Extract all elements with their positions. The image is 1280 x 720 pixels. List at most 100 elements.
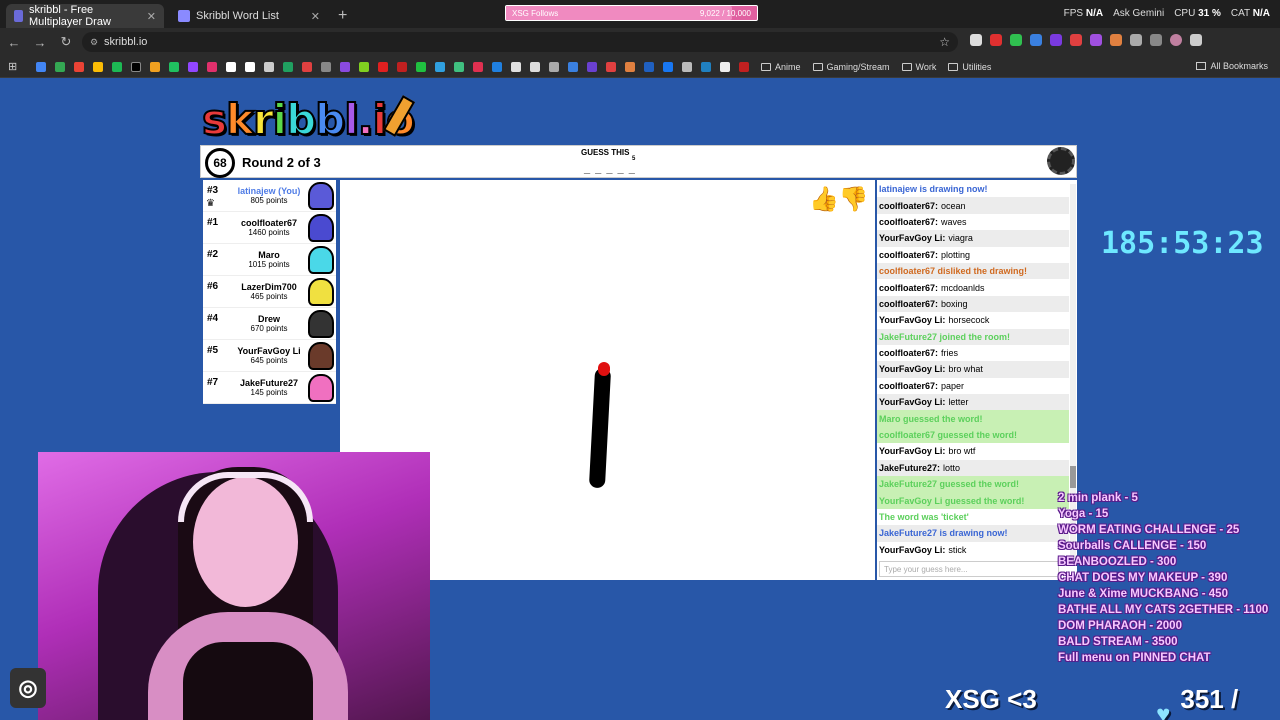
extension-icon[interactable] [1110,34,1122,46]
player-row[interactable]: #2 Maro 1015 points [203,244,336,276]
chat-message: JakeFuture27 is drawing now! [877,525,1069,542]
player-row[interactable]: #7 JakeFuture27 145 points [203,372,336,404]
bookmark-icon[interactable] [625,61,635,72]
player-row[interactable]: #6 LazerDim700 465 points [203,276,336,308]
bookmark-icon[interactable] [720,61,730,72]
bookmark-star-icon[interactable]: ☆ [939,35,950,49]
site-info-icon[interactable]: ⚙ [90,37,98,48]
chat-username: coolfloater67: [879,200,939,211]
back-icon[interactable]: ← [2,35,26,50]
extensions-puzzle-icon[interactable] [1130,34,1142,46]
close-icon[interactable]: ✕ [147,10,156,23]
bookmark-icon[interactable] [606,61,616,72]
player-row[interactable]: #1 coolfloater67 1460 points [203,212,336,244]
bookmark-icon[interactable] [36,61,46,72]
chat-username: YourFavGoy Li: [879,446,946,457]
chat-message: coolfloater67: boxing [877,295,1069,313]
extension-icon[interactable] [1070,34,1082,46]
avatar [308,374,334,402]
chat-message: coolfloater67: paper [877,378,1069,394]
extension-icon[interactable] [1090,34,1102,46]
bookmark-folder-gaming[interactable]: Gaming/Stream [812,62,890,72]
forward-icon[interactable]: → [28,35,52,50]
bookmark-icon[interactable] [682,61,692,72]
skribbl-logo[interactable]: skribbl.io [201,94,416,145]
extension-icon[interactable] [970,34,982,46]
menu-item: June & Xime MUCKBANG - 450 [1058,588,1228,600]
url-field[interactable]: ⚙ skribbl.io ☆ [82,32,958,52]
bookmark-icon[interactable] [131,61,141,72]
player-row[interactable]: #4 Drew 670 points [203,308,336,340]
extension-icon[interactable] [1050,34,1062,46]
thumbs-down-icon[interactable]: 👎 [839,186,869,213]
bookmark-icon[interactable] [492,61,502,72]
bookmark-folder-anime[interactable]: Anime [761,62,801,72]
bookmark-icon[interactable] [549,61,559,72]
chat-text: boxing [941,298,968,309]
side-panel-icon[interactable] [1150,34,1162,46]
bookmark-icon[interactable] [112,61,122,72]
tab-word-list[interactable]: Skribbl Word List ✕ [170,4,328,28]
bookmark-icon[interactable] [150,61,160,72]
chat-text: ocean [941,200,966,211]
scrollbar-thumb[interactable] [1070,466,1076,488]
chat-messages: latinajew is drawing now! coolfloater67: o… [877,181,1069,558]
bookmark-icon[interactable] [454,61,464,72]
bookmark-icon[interactable] [340,61,350,72]
bookmark-icon[interactable] [321,61,331,72]
bookmark-icon[interactable] [283,61,293,72]
player-name: JakeFuture27 [239,378,299,388]
reload-icon[interactable]: ↻ [54,34,78,50]
bookmark-icon[interactable] [587,61,597,72]
bookmark-icon[interactable] [264,61,274,72]
close-icon[interactable]: ✕ [311,10,320,23]
folder-label: Anime [775,61,801,72]
bookmark-icon[interactable] [302,61,312,72]
bookmark-icon[interactable] [530,61,540,72]
bookmark-icon[interactable] [74,61,84,72]
menu-icon[interactable] [1190,34,1202,46]
bookmark-icon[interactable] [435,61,445,72]
bookmark-folder-utilities[interactable]: Utilities [948,62,991,72]
fps-label: FPS [1063,8,1084,19]
bookmark-icon[interactable] [739,61,749,72]
thumbs-up-icon[interactable]: 👍 [809,186,839,213]
bookmark-icon[interactable] [473,61,483,72]
bookmark-icon[interactable] [416,61,426,72]
chat-text: mcdoanlds [941,282,985,293]
bookmark-icon[interactable] [359,61,369,72]
bookmark-icon[interactable] [188,61,198,72]
bookmark-icon[interactable] [93,61,103,72]
bookmark-icon[interactable] [378,61,388,72]
bookmark-icon[interactable] [169,61,179,72]
bookmark-folder-work[interactable]: Work [901,62,936,72]
chat-username: YourFavGoy Li: [879,233,946,244]
bookmark-icon[interactable] [207,61,217,72]
bookmark-icon[interactable] [701,61,711,72]
menu-item: DOM PHARAOH - 2000 [1058,620,1182,632]
bookmark-icon[interactable] [644,61,654,72]
settings-gear-icon[interactable] [1047,147,1075,175]
system-stats: FPS N/A Ask Gemini CPU 31 % CAT N/A [1064,8,1270,19]
player-row[interactable]: #5 YourFavGoy Li 645 points [203,340,336,372]
chat-text: waves [941,216,967,227]
guess-input[interactable]: Type your guess here... [879,561,1059,577]
player-row[interactable]: #3 ♛ latinajew (You) 805 points [203,180,336,212]
chat-message: coolfloater67: fries [877,345,1069,361]
apps-grid-icon[interactable]: ⊞ [8,60,17,73]
bookmark-icon[interactable] [245,61,255,72]
all-bookmarks-button[interactable]: All Bookmarks [1196,61,1268,71]
bookmark-icon[interactable] [55,61,65,72]
profile-avatar-icon[interactable] [1170,34,1182,46]
bookmark-icon[interactable] [568,61,578,72]
bookmark-icon[interactable] [226,61,236,72]
new-tab-icon[interactable]: + [338,4,347,28]
bookmark-icon[interactable] [397,61,407,72]
bookmark-icon[interactable] [511,61,521,72]
extension-icon[interactable] [1030,34,1042,46]
extension-icon[interactable] [1010,34,1022,46]
bookmark-icon[interactable] [663,61,673,72]
ask-gemini-label[interactable]: Ask Gemini [1113,8,1164,19]
extension-icon[interactable] [990,34,1002,46]
tab-skribbl[interactable]: skribbl - Free Multiplayer Draw ✕ [6,4,164,28]
